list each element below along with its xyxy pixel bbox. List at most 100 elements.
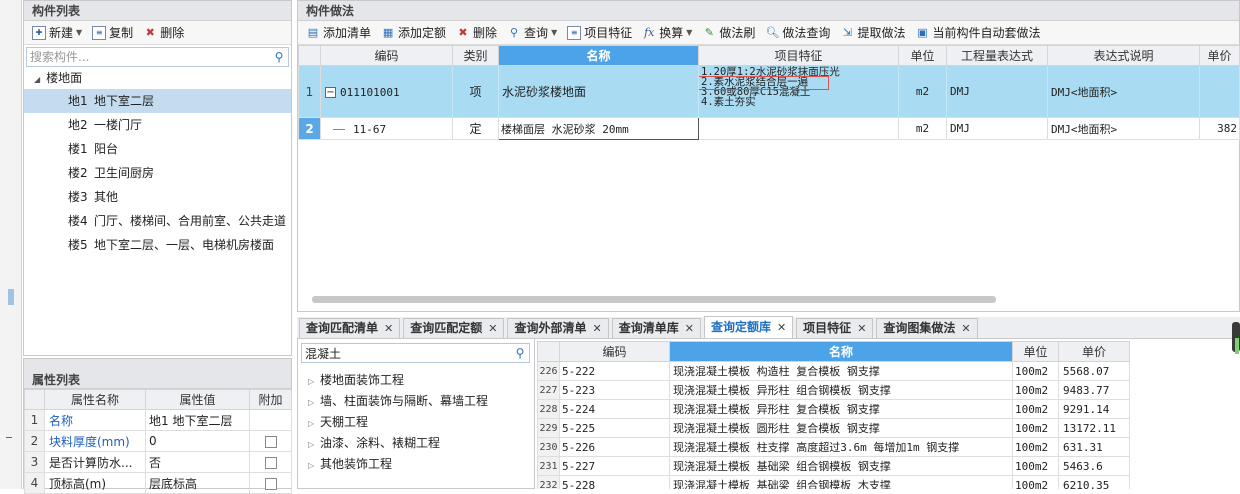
close-icon[interactable]: ✕ (592, 319, 601, 338)
expand-triangle-icon[interactable]: ▷ (308, 413, 320, 434)
library-category[interactable]: ▷ 楼地面装饰工程 (298, 370, 534, 391)
sidebar-marker[interactable] (8, 289, 14, 305)
expand-triangle-icon[interactable]: ▷ (308, 434, 320, 455)
attach-checkbox[interactable] (264, 435, 277, 448)
property-value[interactable]: 0 (145, 430, 250, 452)
component-search-input[interactable] (27, 48, 270, 66)
library-category[interactable]: ▷ 其他装饰工程 (298, 454, 534, 475)
method-header[interactable]: 类别 (452, 45, 499, 66)
property-row[interactable]: 2 块料厚度(mm) 0 (24, 430, 292, 452)
search-icon[interactable]: ⚲ (511, 346, 529, 360)
method-header[interactable]: 单位 (898, 45, 947, 66)
method-expr-desc-cell[interactable]: DMJ<地面积> (1047, 117, 1200, 140)
method-name-cell[interactable]: 水泥砂浆楼地面 (498, 65, 699, 118)
tree-item[interactable]: 楼5 地下室二层、一层、电梯机房楼面 (24, 233, 291, 257)
quota-header[interactable]: 单位 (1012, 341, 1059, 362)
library-search-input[interactable] (302, 344, 511, 362)
library-category[interactable]: ▷ 天棚工程 (298, 412, 534, 433)
tab[interactable]: 查询匹配定额 ✕ (403, 318, 505, 338)
method-query-button[interactable]: 🔍︎ 做法查询 (761, 23, 834, 43)
library-category[interactable]: ▷ 墙、柱面装饰与隔断、幕墙工程 (298, 391, 534, 412)
quota-row[interactable]: 228 5-224 现浇混凝土模板 异形柱 复合模板 钢支撑 100m2 929… (537, 399, 1130, 419)
search-icon[interactable]: ⚲ (270, 50, 288, 64)
close-icon[interactable]: ✕ (488, 319, 497, 338)
close-icon[interactable]: ✕ (857, 319, 866, 338)
library-category[interactable]: ▷ 油漆、涂料、裱糊工程 (298, 433, 534, 454)
tree-item[interactable]: 楼1 阳台 (24, 137, 291, 161)
tree-item[interactable]: 楼3 其他 (24, 185, 291, 209)
method-type-cell[interactable]: 定 (452, 117, 499, 140)
method-expr-desc-cell[interactable]: DMJ<地面积> (1047, 65, 1200, 118)
property-value[interactable]: 否 (145, 451, 250, 473)
new-button[interactable]: ✚ 新建 ▼ (28, 23, 86, 43)
close-icon[interactable]: ✕ (777, 317, 786, 338)
method-row-1[interactable]: 1 −011101001 项 水泥砂浆楼地面 1.20厚1:2水泥砂浆抹面压光 2… (298, 65, 1240, 118)
query-button[interactable]: ⚲ 查询 ▼ (503, 23, 561, 43)
quota-header[interactable]: 单价 (1058, 341, 1130, 362)
tree-item[interactable]: 楼2 卫生间厨房 (24, 161, 291, 185)
delete-button[interactable]: ✖ 删除 (139, 23, 188, 43)
quota-row[interactable]: 229 5-225 现浇混凝土模板 圆形柱 复合模板 钢支撑 100m2 131… (537, 418, 1130, 438)
property-row[interactable]: 4 顶标高(m) 层底标高 (24, 472, 292, 494)
method-unit-cell[interactable]: m2 (898, 65, 947, 118)
method-features-cell[interactable] (698, 117, 899, 140)
method-header[interactable]: 表达式说明 (1047, 45, 1200, 66)
brush-button[interactable]: ✎ 做法刷 (698, 23, 759, 43)
copy-button[interactable]: ≡ 复制 (88, 23, 137, 43)
method-code-cell[interactable]: −011101001 (320, 65, 453, 118)
add-quota-button[interactable]: ▦ 添加定额 (377, 23, 450, 43)
close-icon[interactable]: ✕ (961, 319, 970, 338)
quota-row[interactable]: 226 5-222 现浇混凝土模板 构造柱 复合模板 钢支撑 100m2 556… (537, 361, 1130, 381)
method-type-cell[interactable]: 项 (452, 65, 499, 118)
method-delete-button[interactable]: ✖ 删除 (452, 23, 501, 43)
collapse-box-icon[interactable]: − (325, 86, 336, 98)
tab[interactable]: 查询匹配清单 ✕ (299, 318, 401, 338)
method-header[interactable]: 编码 (320, 45, 453, 66)
tab[interactable]: 查询清单库 ✕ (611, 318, 701, 338)
extract-button[interactable]: ⇲ 提取做法 (836, 23, 909, 43)
property-value[interactable]: 地1 地下室二层 (145, 409, 250, 431)
method-features-cell[interactable]: 1.20厚1:2水泥砂浆抹面压光 2.素水泥浆结合层一遍 3.60或80厚C15混凝… (698, 65, 899, 118)
collapse-triangle-icon[interactable]: ◢ (34, 75, 40, 84)
attach-checkbox[interactable] (264, 456, 277, 469)
method-header[interactable]: 项目特征 (698, 45, 899, 66)
property-value[interactable]: 层底标高 (145, 472, 250, 494)
tab[interactable]: 查询定额库 ✕ (703, 316, 794, 338)
method-expr-cell[interactable]: DMJ (946, 65, 1048, 118)
attach-checkbox[interactable] (264, 477, 277, 490)
quota-header[interactable]: 名称 (669, 341, 1013, 362)
close-icon[interactable]: ✕ (384, 319, 393, 338)
quota-row[interactable]: 230 5-226 现浇混凝土模板 柱支撑 高度超过3.6m 每增加1m 钢支撑… (537, 437, 1130, 457)
method-unit-cell[interactable]: m2 (898, 117, 947, 140)
method-name-cell[interactable]: 楼梯面层 水泥砂浆 20mm (498, 117, 699, 140)
add-list-button[interactable]: ▤ 添加清单 (302, 23, 375, 43)
tab[interactable]: 查询外部清单 ✕ (507, 318, 609, 338)
feature-button[interactable]: ≡ 项目特征 (563, 23, 636, 43)
method-horizontal-scrollbar[interactable] (312, 296, 996, 303)
method-header[interactable]: 工程量表达式 (946, 45, 1048, 66)
quota-row[interactable]: 231 5-227 现浇混凝土模板 基础梁 组合钢模板 钢支撑 100m2 54… (537, 456, 1130, 476)
tree-item[interactable]: 楼4 门厅、楼梯间、合用前室、公共走道 (24, 209, 291, 233)
property-row[interactable]: 1 名称 地1 地下室二层 (24, 409, 292, 431)
auto-method-button[interactable]: ▣ 当前构件自动套做法 (911, 23, 1044, 43)
quota-header[interactable]: 编码 (559, 341, 670, 362)
quota-row[interactable]: 227 5-223 现浇混凝土模板 异形柱 组合钢模板 钢支撑 100m2 94… (537, 380, 1130, 400)
expand-triangle-icon[interactable]: ▷ (308, 455, 320, 476)
method-price-cell[interactable] (1199, 65, 1240, 118)
method-code-cell[interactable]: 11-67 (320, 117, 453, 140)
method-row-2[interactable]: 2 11-67 定 楼梯面层 水泥砂浆 20mm m2 DMJ DMJ<地面积>… (298, 117, 1240, 140)
close-icon[interactable]: ✕ (685, 319, 694, 338)
tab[interactable]: 查询图集做法 ✕ (876, 318, 978, 338)
method-price-cell[interactable]: 382 (1199, 117, 1240, 140)
expand-triangle-icon[interactable]: ▷ (308, 371, 320, 392)
method-expr-cell[interactable]: DMJ (946, 117, 1048, 140)
tree-item[interactable]: 地1 地下室二层 (24, 89, 291, 113)
method-header[interactable]: 名称 (498, 45, 699, 66)
tree-item[interactable]: 地2 一楼门厅 (24, 113, 291, 137)
convert-button[interactable]: fx 换算 ▼ (638, 23, 696, 43)
method-header[interactable]: 单价 (1199, 45, 1240, 66)
tree-root[interactable]: ◢ 楼地面 (24, 67, 291, 89)
property-row[interactable]: 3 是否计算防水... 否 (24, 451, 292, 473)
tab[interactable]: 项目特征 ✕ (796, 318, 874, 338)
expand-triangle-icon[interactable]: ▷ (308, 392, 320, 413)
